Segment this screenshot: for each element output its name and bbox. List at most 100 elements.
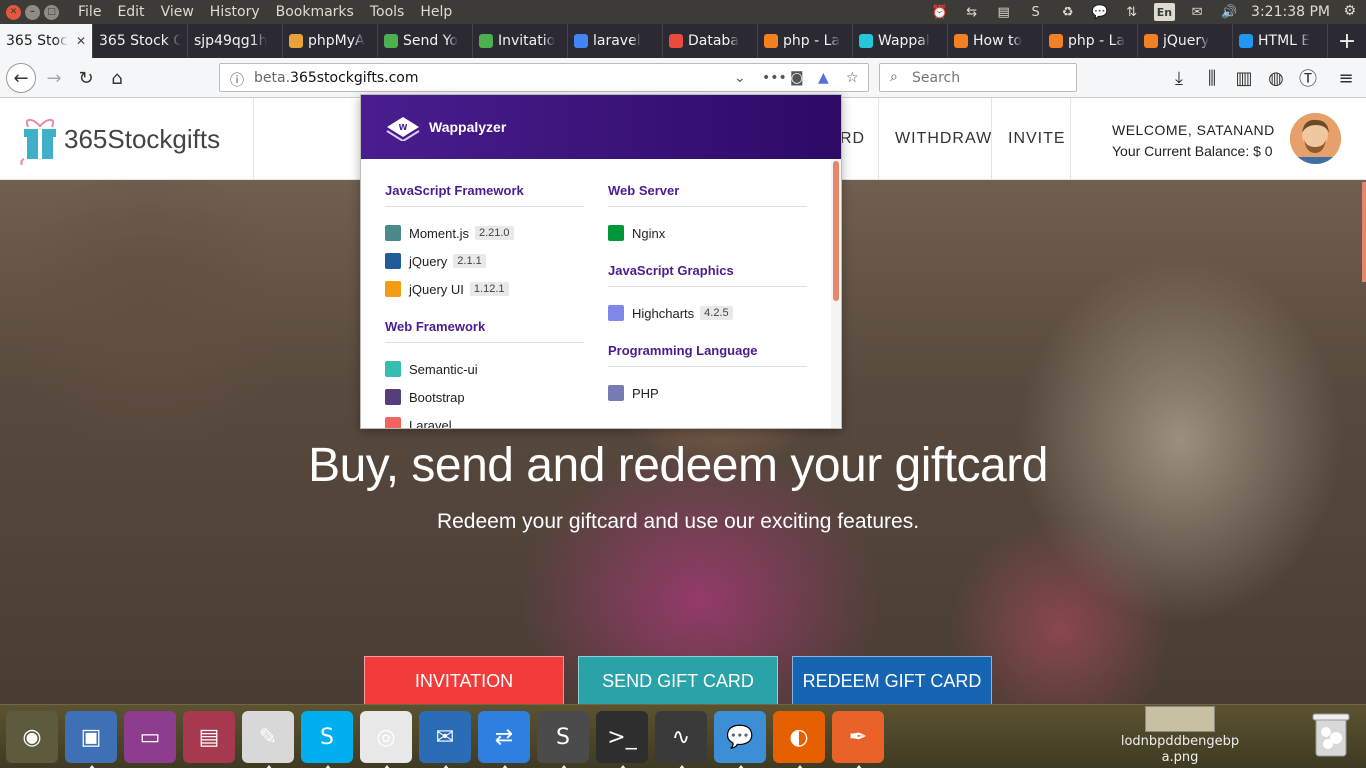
library-icon[interactable]: ⫼ <box>1198 64 1226 92</box>
menu-help[interactable]: Help <box>412 0 460 24</box>
inkscape-icon[interactable]: ✒ <box>832 711 884 768</box>
text-extension-icon[interactable]: Ⓣ <box>1294 64 1322 92</box>
cta-button-send-gift-card[interactable]: SEND GIFT CARD <box>578 656 778 704</box>
virtualbox-icon[interactable]: ▣ <box>65 711 117 768</box>
menu-bookmarks[interactable]: Bookmarks <box>268 0 362 24</box>
avatar[interactable] <box>1290 113 1341 164</box>
network-icon[interactable]: ⇅ <box>1122 3 1142 21</box>
volume-icon[interactable]: 🔊 <box>1219 3 1239 21</box>
menu-tools[interactable]: Tools <box>362 0 413 24</box>
chat-icon[interactable]: 💬 <box>714 711 766 768</box>
tab[interactable]: Invitatio <box>473 24 568 58</box>
tab[interactable]: phpMyA <box>283 24 378 58</box>
wappalyzer-app[interactable]: Bootstrap <box>385 383 584 411</box>
info-icon[interactable]: ⓘ <box>230 70 244 90</box>
tab[interactable]: Databa <box>663 24 758 58</box>
teamviewer-icon[interactable]: ⇄ <box>478 711 530 768</box>
wappalyzer-category[interactable]: Web Server <box>608 183 807 207</box>
trash-icon[interactable] <box>1306 708 1356 760</box>
wappalyzer-app[interactable]: Highcharts 4.2.5 <box>608 299 807 327</box>
sidebar-icon[interactable]: ▥ <box>1230 64 1258 92</box>
nav-link-dashboard[interactable]: RD <box>836 98 881 180</box>
wappalyzer-app[interactable]: Nginx <box>608 219 807 247</box>
back-button[interactable]: ← <box>6 63 36 93</box>
wappalyzer-app[interactable]: PHP <box>608 379 807 407</box>
workspace-icon[interactable]: ▭ <box>124 711 176 763</box>
menu-view[interactable]: View <box>153 0 202 24</box>
text-editor-icon[interactable]: ✎ <box>242 711 294 768</box>
home-button[interactable]: ⌂ <box>103 64 131 92</box>
extension-icon[interactable]: ◍ <box>1262 64 1290 92</box>
menu-file[interactable]: File <box>70 0 109 24</box>
wappalyzer-category[interactable]: JavaScript Graphics <box>608 263 807 287</box>
hamburger-menu-icon[interactable]: ≡ <box>1332 64 1360 92</box>
wappalyzer-app[interactable]: jQuery UI 1.12.1 <box>385 275 584 303</box>
power-icon[interactable]: ⚙ <box>1343 3 1356 19</box>
terminal-icon[interactable]: >_ <box>596 711 648 768</box>
nav-link-withdraw[interactable]: WITHDRAW <box>878 98 1008 180</box>
downloads-icon[interactable]: ⤓ <box>1165 64 1193 92</box>
skype-tray-icon[interactable]: S <box>1026 3 1046 21</box>
firefox-icon[interactable]: ◐ <box>773 711 825 768</box>
sublime-icon[interactable]: S <box>537 711 589 768</box>
tab[interactable]: sjp49qg1h <box>188 24 283 58</box>
reload-button[interactable]: ↻ <box>72 64 100 92</box>
bookmark-star-icon[interactable]: ☆ <box>846 70 859 86</box>
wappalyzer-category[interactable]: Programming Language <box>608 343 807 367</box>
tab[interactable]: php - La <box>1043 24 1138 58</box>
mail-icon[interactable]: ✉ <box>1187 3 1207 21</box>
desktop-file[interactable]: lodnbpddbengebp a.png <box>1110 706 1250 766</box>
wappalyzer-app[interactable]: jQuery 2.1.1 <box>385 247 584 275</box>
menu-history[interactable]: History <box>202 0 268 24</box>
thunderbird-icon[interactable]: ✉ <box>419 711 471 768</box>
skype-icon[interactable]: S <box>301 711 353 768</box>
window-close-button[interactable]: ✕ <box>6 4 21 20</box>
chat-tray-icon[interactable]: 💬 <box>1090 3 1110 21</box>
nav-link-invite[interactable]: INVITE <box>991 98 1082 180</box>
wappalyzer-category[interactable]: JavaScript Framework <box>385 183 584 207</box>
wappalyzer-icon[interactable]: ▲ <box>818 70 829 86</box>
tab-close-icon[interactable]: ✕ <box>76 34 86 48</box>
wappalyzer-app[interactable]: Moment.js 2.21.0 <box>385 219 584 247</box>
system-monitor-icon[interactable]: ∿ <box>655 711 707 768</box>
teamviewer-tray-icon[interactable]: ⇆ <box>962 3 982 21</box>
search-input[interactable] <box>912 69 1062 86</box>
tab[interactable]: HTML E <box>1233 24 1328 58</box>
tab[interactable]: How to <box>948 24 1043 58</box>
site-logo[interactable]: 365Stockgifts <box>0 98 254 180</box>
files-icon[interactable]: ▤ <box>183 711 235 763</box>
wappalyzer-scrollbar[interactable] <box>831 159 841 428</box>
url-text[interactable]: beta.365stockgifts.com <box>254 70 419 86</box>
wappalyzer-app[interactable]: Semantic-ui <box>385 355 584 383</box>
list-icon[interactable]: ▤ <box>994 3 1014 21</box>
tab[interactable]: jQuery <box>1138 24 1233 58</box>
new-tab-button[interactable]: + <box>1328 24 1366 58</box>
tab[interactable]: Send Yo <box>378 24 473 58</box>
cta-button-redeem-gift-card[interactable]: REDEEM GIFT CARD <box>792 656 992 704</box>
tab[interactable]: 365 Stoc ✕ <box>0 24 93 58</box>
alarm-clock-icon[interactable]: ⏰ <box>930 3 950 21</box>
forward-button[interactable]: → <box>40 64 68 92</box>
cta-button-invitation[interactable]: INVITATION <box>364 656 564 704</box>
tab[interactable]: laravel <box>568 24 663 58</box>
wappalyzer-scroll-thumb[interactable] <box>833 161 839 301</box>
sync-icon[interactable]: ♻ <box>1058 3 1078 21</box>
clock[interactable]: 3:21:38 PM <box>1251 3 1330 21</box>
window-maximize-button[interactable]: □ <box>44 4 59 20</box>
wappalyzer-app[interactable]: Laravel <box>385 411 584 428</box>
keyboard-language-indicator[interactable]: En <box>1153 3 1176 21</box>
url-bar[interactable]: ⓘ beta.365stockgifts.com ⌄ ••• ◙ ▲ ☆ <box>219 63 869 92</box>
tab-label: Databa <box>688 33 739 49</box>
pocket-icon[interactable]: ◙ <box>790 70 804 86</box>
chrome-icon[interactable]: ◎ <box>360 711 412 768</box>
dropdown-arrow-icon[interactable]: ⌄ <box>734 70 746 86</box>
search-bar[interactable]: ⌕ <box>879 63 1077 92</box>
tab[interactable]: Wappal <box>853 24 948 58</box>
page-actions-icon[interactable]: ••• <box>762 70 787 86</box>
ubuntu-icon[interactable]: ◉ <box>6 711 58 763</box>
window-minimize-button[interactable]: – <box>25 4 40 20</box>
tab[interactable]: 365 Stock C <box>93 24 188 58</box>
menu-edit[interactable]: Edit <box>109 0 152 24</box>
wappalyzer-category[interactable]: Web Framework <box>385 319 584 343</box>
tab[interactable]: php - La <box>758 24 853 58</box>
